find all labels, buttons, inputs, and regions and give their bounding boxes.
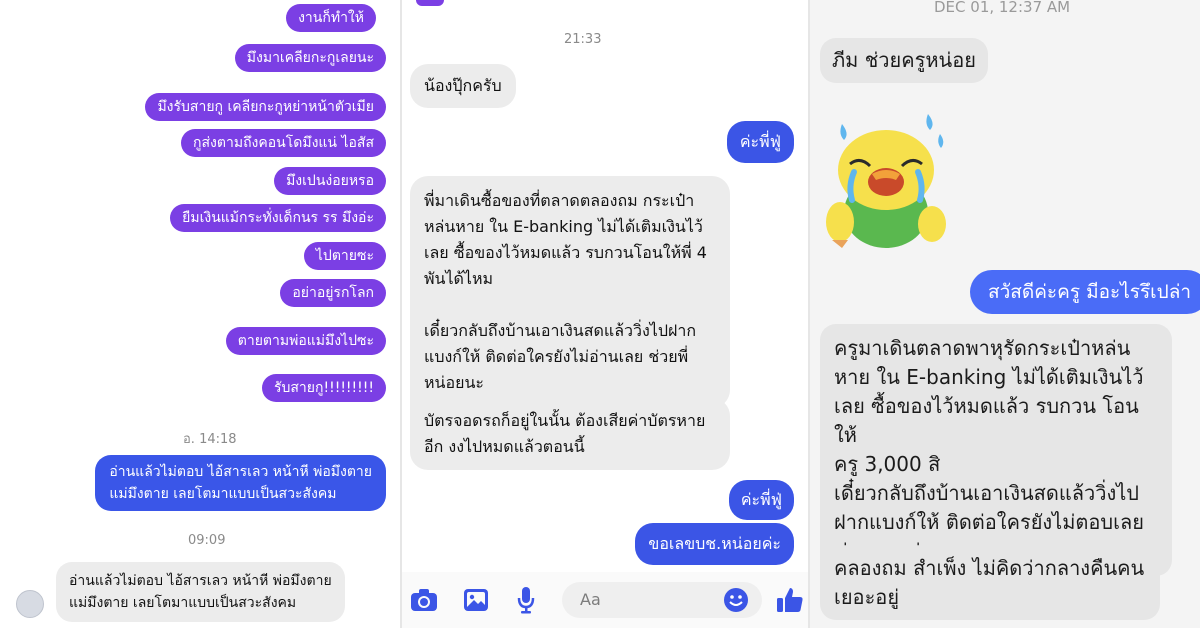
outgoing-message[interactable]: มึงรับสายกู เคลียกะกูหย่าหน้าตัวเมีย (145, 93, 386, 121)
incoming-message[interactable]: ครูมาเดินตลาดพาหุรัดกระเป๋าหล่น หาย ใน E… (820, 324, 1172, 576)
incoming-message[interactable]: ภีม ช่วยครูหน่อย (820, 38, 988, 83)
microphone-icon[interactable] (512, 586, 540, 614)
outgoing-message[interactable]: ตายตามพ่อแม่มึงไปซะ (225, 327, 386, 355)
outgoing-message[interactable]: มึงมาเคลียกะกูเลยนะ (234, 44, 386, 72)
timestamp-header: DEC 01, 12:37 AM (934, 0, 1071, 16)
outgoing-message[interactable]: รับสายกู!!!!!!!!! (261, 374, 386, 402)
chat-panel-right: DEC 01, 12:37 AM ภีม ช่วยครูหน่อย สวัสดี… (810, 0, 1200, 628)
outgoing-message[interactable]: ค่ะพี่ฟู่ (728, 480, 794, 520)
chat-panel-left: งานก็ทำให้ มึงมาเคลียกะกูเลยนะ มึงรับสาย… (0, 0, 400, 628)
incoming-message[interactable]: อ่านแล้วไม่ตอบ ไอ้สารเลว หน้าหี พ่อมึงตา… (56, 562, 345, 622)
timestamp: 09:09 (188, 533, 226, 548)
outgoing-message[interactable]: งานก็ทำให้ (286, 4, 376, 32)
incoming-message[interactable]: คลองถม สำเพ็ง ไม่คิดว่ากลางคืนคน เยอะอยู… (820, 546, 1160, 620)
thumbs-up-icon[interactable] (776, 586, 804, 614)
outgoing-message[interactable]: สวัสดีค่ะครู มีอะไรรึเปล่า (970, 270, 1200, 314)
camera-icon[interactable] (410, 586, 438, 614)
outgoing-message[interactable]: ไปตายซะ (303, 242, 386, 270)
outgoing-message[interactable]: ยืมเงินแม้กระทั่งเด็กนร รร มึงอ่ะ (170, 204, 386, 232)
timestamp: 21:33 (564, 32, 602, 47)
incoming-message[interactable]: พี่มาเดินซื้อของที่ตลาดตลองถม กระเป๋า หล… (410, 176, 730, 408)
sticker[interactable] (820, 104, 952, 252)
outgoing-message[interactable]: กูส่งตามถึงคอนโดมึงแน่ ไอสัส (181, 129, 386, 157)
timestamp: อ. 14:18 (183, 432, 237, 447)
outgoing-message[interactable]: ค่ะพี่ฟู่ (726, 121, 794, 163)
message-composer: Aa (402, 572, 808, 628)
image-icon[interactable] (462, 586, 490, 614)
outgoing-message-blue[interactable]: อ่านแล้วไม่ตอบ ไอ้สารเลว หน้าหี พ่อมึงตา… (95, 455, 386, 511)
incoming-message[interactable]: บัตรจอดรถก็อยู่ในนั้น ต้องเสียค่าบัตรหาย… (410, 398, 730, 470)
incoming-message[interactable]: น้องปุ๊กครับ (410, 64, 516, 108)
emoji-icon[interactable] (722, 586, 750, 614)
outgoing-message[interactable]: อย่าอยู่รกโลก (280, 279, 386, 307)
message-input-placeholder: Aa (580, 590, 601, 609)
message-bubble-edge (416, 0, 444, 6)
outgoing-message[interactable]: ขอเลขบช.หน่อยค่ะ (635, 523, 794, 565)
chat-panel-middle: 21:33 น้องปุ๊กครับ ค่ะพี่ฟู่ พี่มาเดินซื… (402, 0, 808, 628)
outgoing-message[interactable]: มึงเปนง่อยหรอ (274, 167, 386, 195)
crying-bird-sticker-icon (826, 114, 946, 248)
avatar[interactable] (16, 590, 44, 618)
